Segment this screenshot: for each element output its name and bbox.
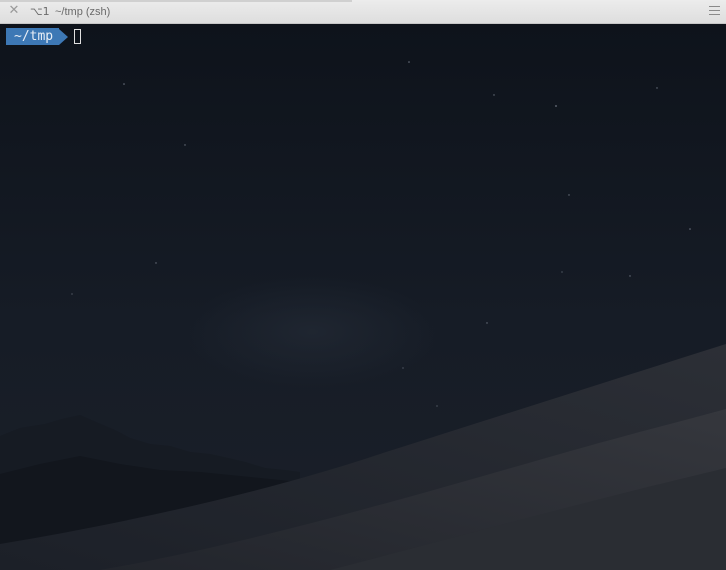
shell-prompt: ~/tmp — [6, 28, 82, 45]
prompt-path-segment: ~/tmp — [6, 28, 60, 45]
terminal-window: ✕ ⌥1 ~/tmp (zsh) ~/tmp — [0, 0, 726, 570]
active-tab-indicator — [0, 0, 352, 2]
close-tab-icon[interactable]: ✕ — [7, 4, 21, 18]
tab-title[interactable]: ~/tmp (zsh) — [55, 5, 110, 19]
tab-bar: ✕ ⌥1 ~/tmp (zsh) — [0, 0, 726, 24]
text-cursor — [74, 29, 82, 44]
prompt-arrow-icon — [59, 28, 69, 45]
hamburger-menu-icon[interactable] — [709, 6, 720, 15]
desert-night-wallpaper — [0, 24, 726, 570]
terminal-area[interactable]: ~/tmp — [0, 24, 726, 570]
tab-shortcut-label: ⌥1 — [30, 5, 50, 18]
